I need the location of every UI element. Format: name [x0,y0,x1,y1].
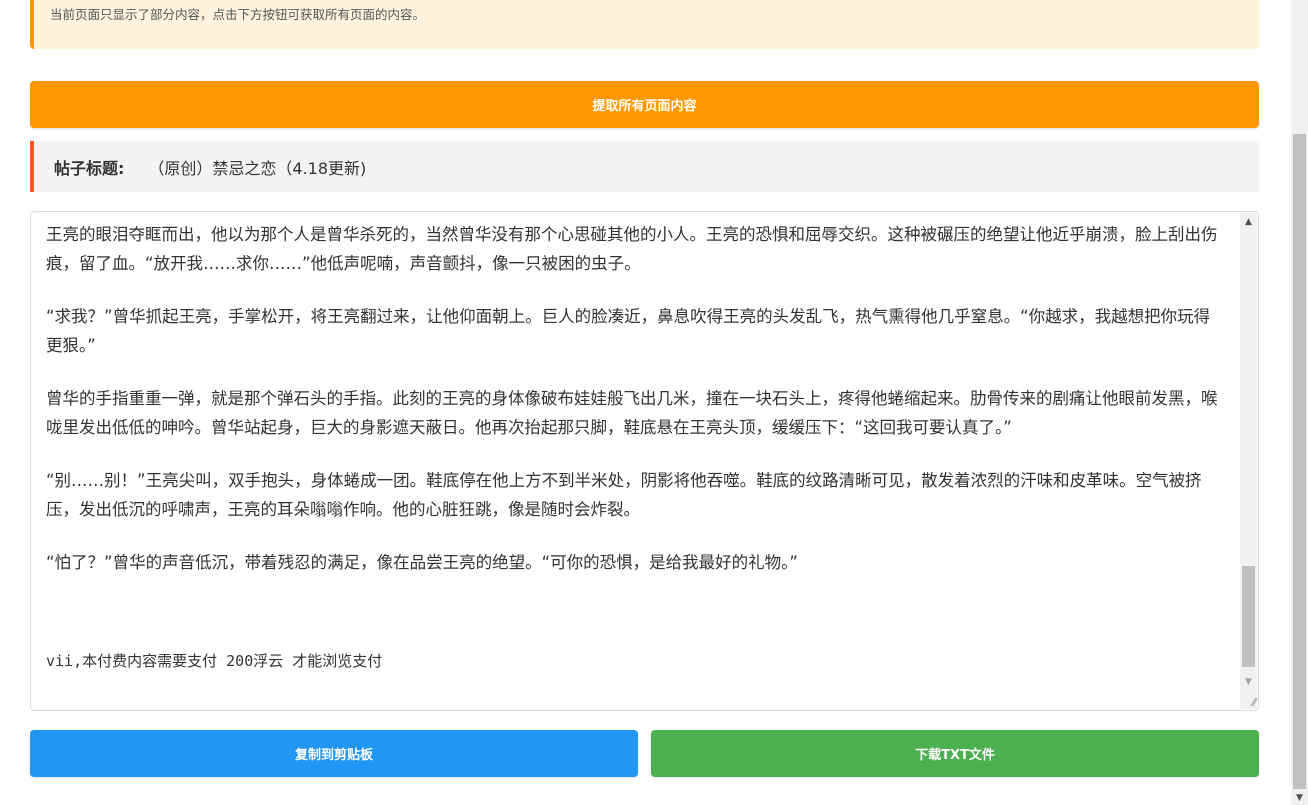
post-title-label: 帖子标题: [54,158,125,178]
page-scroll-down-arrow-icon[interactable]: ▼ [1291,793,1308,803]
extract-all-pages-button[interactable]: 提取所有页面内容 [30,81,1259,128]
notice-text: 当前页面只显示了部分内容，点击下方按钮可获取所有页面的内容。 [50,7,426,22]
content-paragraph: 曾华的手指重重一弹，就是那个弹石头的手指。此刻的王亮的身体像破布娃娃般飞出几米，… [46,389,1218,437]
content-text: 王亮的眼泪夺眶而出，他以为那个人是曾华杀死的，当然曾华没有那个心思碰其他的小人。… [46,220,1226,700]
resize-handle-icon[interactable]: ⁄⁄ [1252,696,1256,709]
download-txt-button[interactable]: 下载TXT文件 [651,730,1259,777]
scroll-down-arrow-icon[interactable]: ▼ [1240,677,1257,687]
scroll-up-arrow-icon[interactable]: ▲ [1240,217,1257,227]
content-paragraph: “别……别！”王亮尖叫，双手抱头，身体蜷成一团。鞋底停在他上方不到半米处，阴影将… [46,471,1202,519]
content-textarea[interactable]: 王亮的眼泪夺眶而出，他以为那个人是曾华杀死的，当然曾华没有那个心思碰其他的小人。… [30,211,1259,711]
textarea-scrollbar[interactable]: ▲ ▼ [1240,213,1257,709]
content-paragraph: 王亮的眼泪夺眶而出，他以为那个人是曾华杀死的，当然曾华没有那个心思碰其他的小人。… [46,225,1218,273]
copy-to-clipboard-button[interactable]: 复制到剪贴板 [30,730,638,777]
page-scrollbar-thumb[interactable] [1293,134,1306,789]
page-scrollbar[interactable]: ▼ [1291,0,1308,805]
payment-note: vii,本付费内容需要支付 200浮云 才能浏览支付 [46,652,383,670]
scrollbar-thumb[interactable] [1242,566,1255,667]
notice-banner: 当前页面只显示了部分内容，点击下方按钮可获取所有页面的内容。 [30,0,1259,49]
content-paragraph: “求我？”曾华抓起王亮，手掌松开，将王亮翻过来，让他仰面朝上。巨人的脸凑近，鼻息… [46,307,1211,355]
post-title-bar: 帖子标题: （原创）禁忌之恋（4.18更新) [30,141,1259,192]
post-title-value: （原创）禁忌之恋（4.18更新) [148,158,367,178]
content-paragraph: “怕了？”曾华的声音低沉，带着残忍的满足，像在品尝王亮的绝望。“可你的恐惧，是给… [46,553,798,572]
